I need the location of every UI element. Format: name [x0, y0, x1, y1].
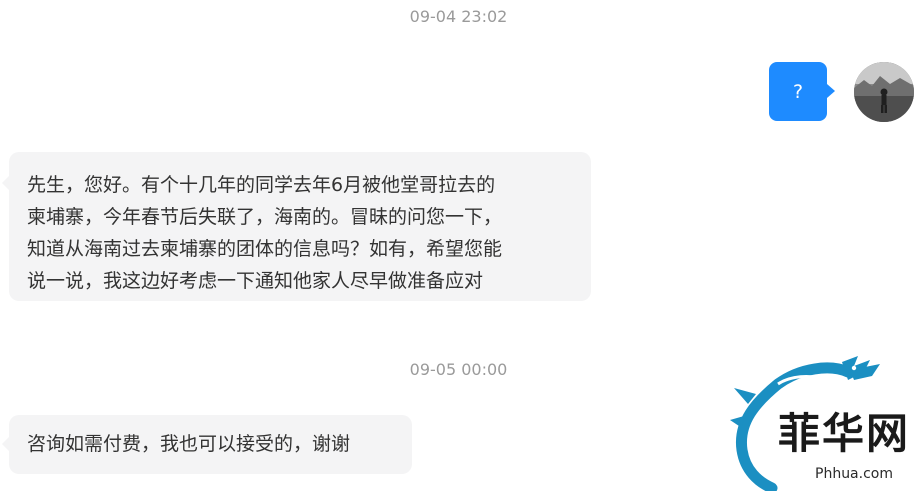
message-line: 知道从海南过去柬埔寨的团体的信息吗？如有，希望您能	[27, 238, 503, 260]
incoming-message-bubble-2[interactable]: 咨询如需付费，我也可以接受的，谢谢	[2, 415, 412, 474]
timestamp-1: 09-04 23:02	[409, 7, 508, 26]
message-line: 柬埔寨，今年春节后失联了，海南的。冒昧的问您一下，	[27, 206, 503, 228]
message-text: 咨询如需付费，我也可以接受的，谢谢	[27, 433, 351, 455]
user-avatar[interactable]	[854, 62, 914, 122]
message-line: 说一说，我这边好考虑一下通知他家人尽早做准备应对	[27, 270, 484, 292]
outgoing-message-text: ?	[792, 80, 804, 103]
watermark-url: Phhua.com	[815, 466, 893, 482]
incoming-message-bubble-1[interactable]: 先生，您好。有个十几年的同学去年6月被他堂哥拉去的 柬埔寨，今年春节后失联了，海…	[2, 152, 591, 301]
watermark-logo-text: 菲华网	[778, 409, 911, 458]
message-line: 先生，您好。有个十几年的同学去年6月被他堂哥拉去的	[27, 174, 496, 196]
avatar-photo-icon	[854, 62, 914, 122]
outgoing-message-bubble[interactable]: ?	[769, 62, 835, 121]
